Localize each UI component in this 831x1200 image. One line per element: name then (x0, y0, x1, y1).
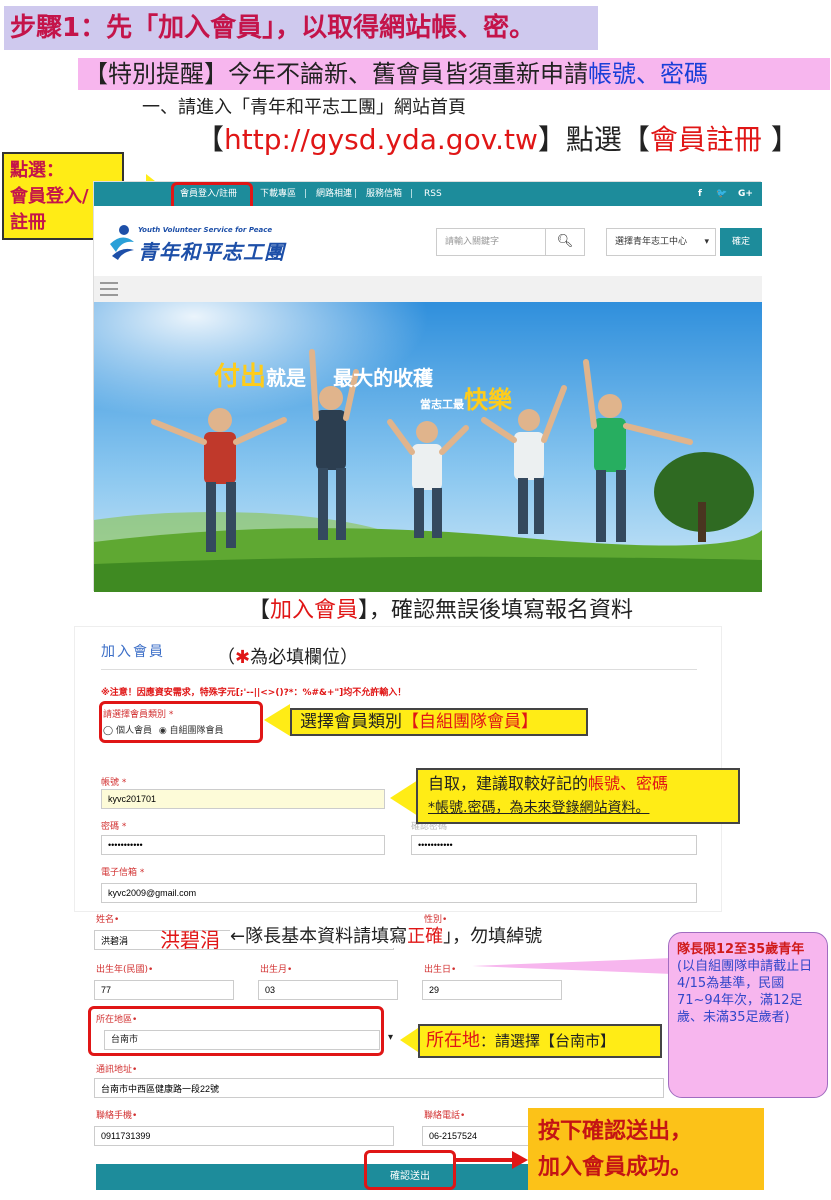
nav-mailbox[interactable]: 服務信箱 (366, 182, 402, 206)
logo-mark-icon (110, 225, 134, 260)
name-callout-note: ←隊長基本資料請填寫正確」，勿填綽號 (230, 922, 543, 948)
final-callout: 按下確認送出， 加入會員成功。 (528, 1108, 764, 1190)
slogan-volunteer: 當志工最 (420, 398, 464, 411)
member-type-arrow (264, 704, 290, 736)
chevron-down-icon: ▾ (704, 237, 709, 247)
required-star-icon: ✱ (235, 647, 251, 668)
member-type-callout: 選擇會員類別【自組團隊會員】 (290, 708, 588, 736)
banner-slogan-main: 付出就是 最大的收穫 (214, 356, 433, 393)
facebook-icon[interactable]: f (698, 182, 702, 206)
slogan-reward: 最大的收穫 (333, 366, 434, 390)
required-note-open: （ (217, 647, 235, 668)
required-note: （✱為必填欄位） (217, 643, 358, 669)
phone-field[interactable] (422, 1126, 532, 1146)
address-field[interactable] (94, 1078, 664, 1098)
age-requirement-bubble: 隊長限12至35歲青年 (以自組團隊申請截止日4/15為基準，民國71~94年次，… (668, 932, 828, 1098)
email-field[interactable] (101, 883, 697, 903)
final-line-1: 按下確認送出， (538, 1119, 693, 1144)
mobile-label: 聯絡手機• (96, 1111, 138, 1121)
bubble-detail: (以自組團隊申請截止日4/15為基準，民國71~94年次，滿12足歲、未滿35足… (677, 959, 813, 1025)
twitter-icon[interactable]: 🐦 (716, 182, 727, 206)
confirm-password-field[interactable] (411, 835, 697, 855)
notice-prefix: 【特別提醒】今年不論新、舊會員皆須重新申請 (84, 60, 588, 88)
url-instruction: 【http://gysd.yda.gov.tw】點選【會員註冊 】 (196, 122, 799, 158)
birth-day-label: 出生日• (424, 965, 457, 975)
name-label: 姓名• (96, 915, 120, 925)
site-header: Youth Volunteer Service for Peace 青年和平志工… (94, 206, 762, 276)
slogan-give: 付出 (214, 362, 267, 392)
required-note-text: 為必填欄位） (250, 647, 359, 668)
birth-year-field[interactable] (94, 980, 234, 1000)
birth-day-field[interactable] (422, 980, 562, 1000)
birth-month-field[interactable] (258, 980, 398, 1000)
site-search-input[interactable]: 請輸入關鍵字 (436, 228, 546, 256)
account-callout-line-2: *帳號.密碼，為未來登錄網站資料。 (428, 800, 650, 816)
location-callout-text: ：請選擇【台南市】 (480, 1032, 616, 1050)
submit-arrow-line (456, 1158, 514, 1162)
bubble-pointer (472, 958, 672, 974)
birth-year-label: 出生年(民國)• (96, 965, 154, 975)
password-field[interactable] (101, 835, 385, 855)
member-type-highlight (99, 701, 263, 743)
site-menu-bar (94, 276, 762, 302)
account-label: 帳號 * (101, 778, 127, 788)
chevron-down-icon: ▾ (388, 1032, 394, 1043)
nav-download[interactable]: 下載專區 (260, 182, 296, 206)
email-label: 電子信箱 * (101, 868, 145, 878)
password-label: 密碼 * (101, 822, 127, 832)
submit-highlight (364, 1150, 456, 1190)
confirm-button[interactable]: 確定 (720, 228, 762, 256)
location-callout: 所在地：請選擇【台南市】 (418, 1024, 662, 1058)
form-section-title: 【加入會員】，確認無誤後填寫報名資料 (248, 596, 633, 626)
form-heading: 加入會員 (101, 644, 165, 660)
member-type-callout-text: 選擇會員類別 (300, 712, 402, 732)
bubble-age: 限12至35歲青年 (703, 942, 805, 957)
name-callout-red: 洪碧涓 (160, 928, 220, 952)
location-callout-title: 所在地 (426, 1030, 480, 1051)
google-plus-icon[interactable]: G+ (738, 182, 753, 206)
sec-title-join: 加入會員 (270, 598, 359, 623)
logo-subtitle: Youth Volunteer Service for Peace (138, 226, 273, 234)
sec-title-open: 【 (248, 598, 271, 623)
special-char-warning: ※注意！因應資安需求，特殊字元[;'--||<>()?*：%#&+"]均不允許輸… (101, 688, 407, 698)
submit-arrow-head (512, 1151, 528, 1169)
site-url-link[interactable]: http://gysd.yda.gov.tw (224, 123, 538, 156)
account-callout: 自取，建議取較好記的帳號、密碼 *帳號.密碼，為未來登錄網站資料。 (416, 768, 740, 824)
account-field[interactable] (101, 789, 385, 809)
account-callout-line-1: 自取，建議取較好記的帳號、密碼 (428, 774, 669, 793)
account-arrow (390, 780, 418, 816)
hero-photo (94, 302, 762, 592)
step-title: 步驟1：先「加入會員」，以取得網站帳、密。 (4, 6, 598, 50)
banner-slogan-sub: 當志工最快樂 (420, 380, 512, 415)
bubble-leader: 隊長 (677, 942, 704, 957)
member-type-callout-highlight: 【自組團隊會員】 (402, 712, 538, 732)
notice-highlight: 帳號、密碼 (588, 60, 708, 88)
slogan-happy: 快樂 (464, 386, 512, 414)
slogan-is: 就是 (266, 366, 307, 390)
center-select[interactable]: 選擇青年志工中心 ▾ (606, 228, 716, 256)
url-bracket-close: 】點選【 (537, 123, 650, 156)
notice-banner: 【特別提醒】今年不論新、舊會員皆須重新申請帳號、密碼 (78, 58, 830, 90)
mobile-field[interactable] (94, 1126, 394, 1146)
phone-label: 聯絡電話• (424, 1111, 466, 1121)
register-bracket-close: 】 (761, 123, 799, 156)
website-screenshot: 會員登入/註冊 | 下載專區 | 網路相連 | 服務信箱 | RSS f 🐦 G… (93, 181, 762, 592)
url-bracket-open: 【 (196, 123, 225, 156)
region-highlight (88, 1006, 384, 1056)
birth-month-label: 出生月• (260, 965, 293, 975)
sec-title-rest: 】，確認無誤後填寫報名資料 (358, 598, 634, 623)
register-label: 會員註冊 (649, 123, 762, 156)
search-icon[interactable]: 🔍︎ (545, 228, 585, 256)
instruction-line-1: 一、請進入「青年和平志工團」網站首頁 (142, 97, 466, 118)
nav-links[interactable]: 網路相連 (316, 182, 352, 206)
logo-text[interactable]: 青年和平志工團 (138, 236, 285, 265)
center-select-value: 選擇青年志工中心 (615, 237, 688, 247)
form-divider (101, 669, 697, 670)
address-label: 通訊地址• (96, 1065, 138, 1075)
final-line-2: 加入會員成功。 (538, 1155, 693, 1180)
hero-banner: 付出就是 最大的收穫 當志工最快樂 (94, 302, 762, 592)
hamburger-menu-icon[interactable] (100, 282, 118, 296)
gender-label: 性別• (424, 915, 448, 925)
nav-rss[interactable]: RSS (424, 182, 442, 206)
